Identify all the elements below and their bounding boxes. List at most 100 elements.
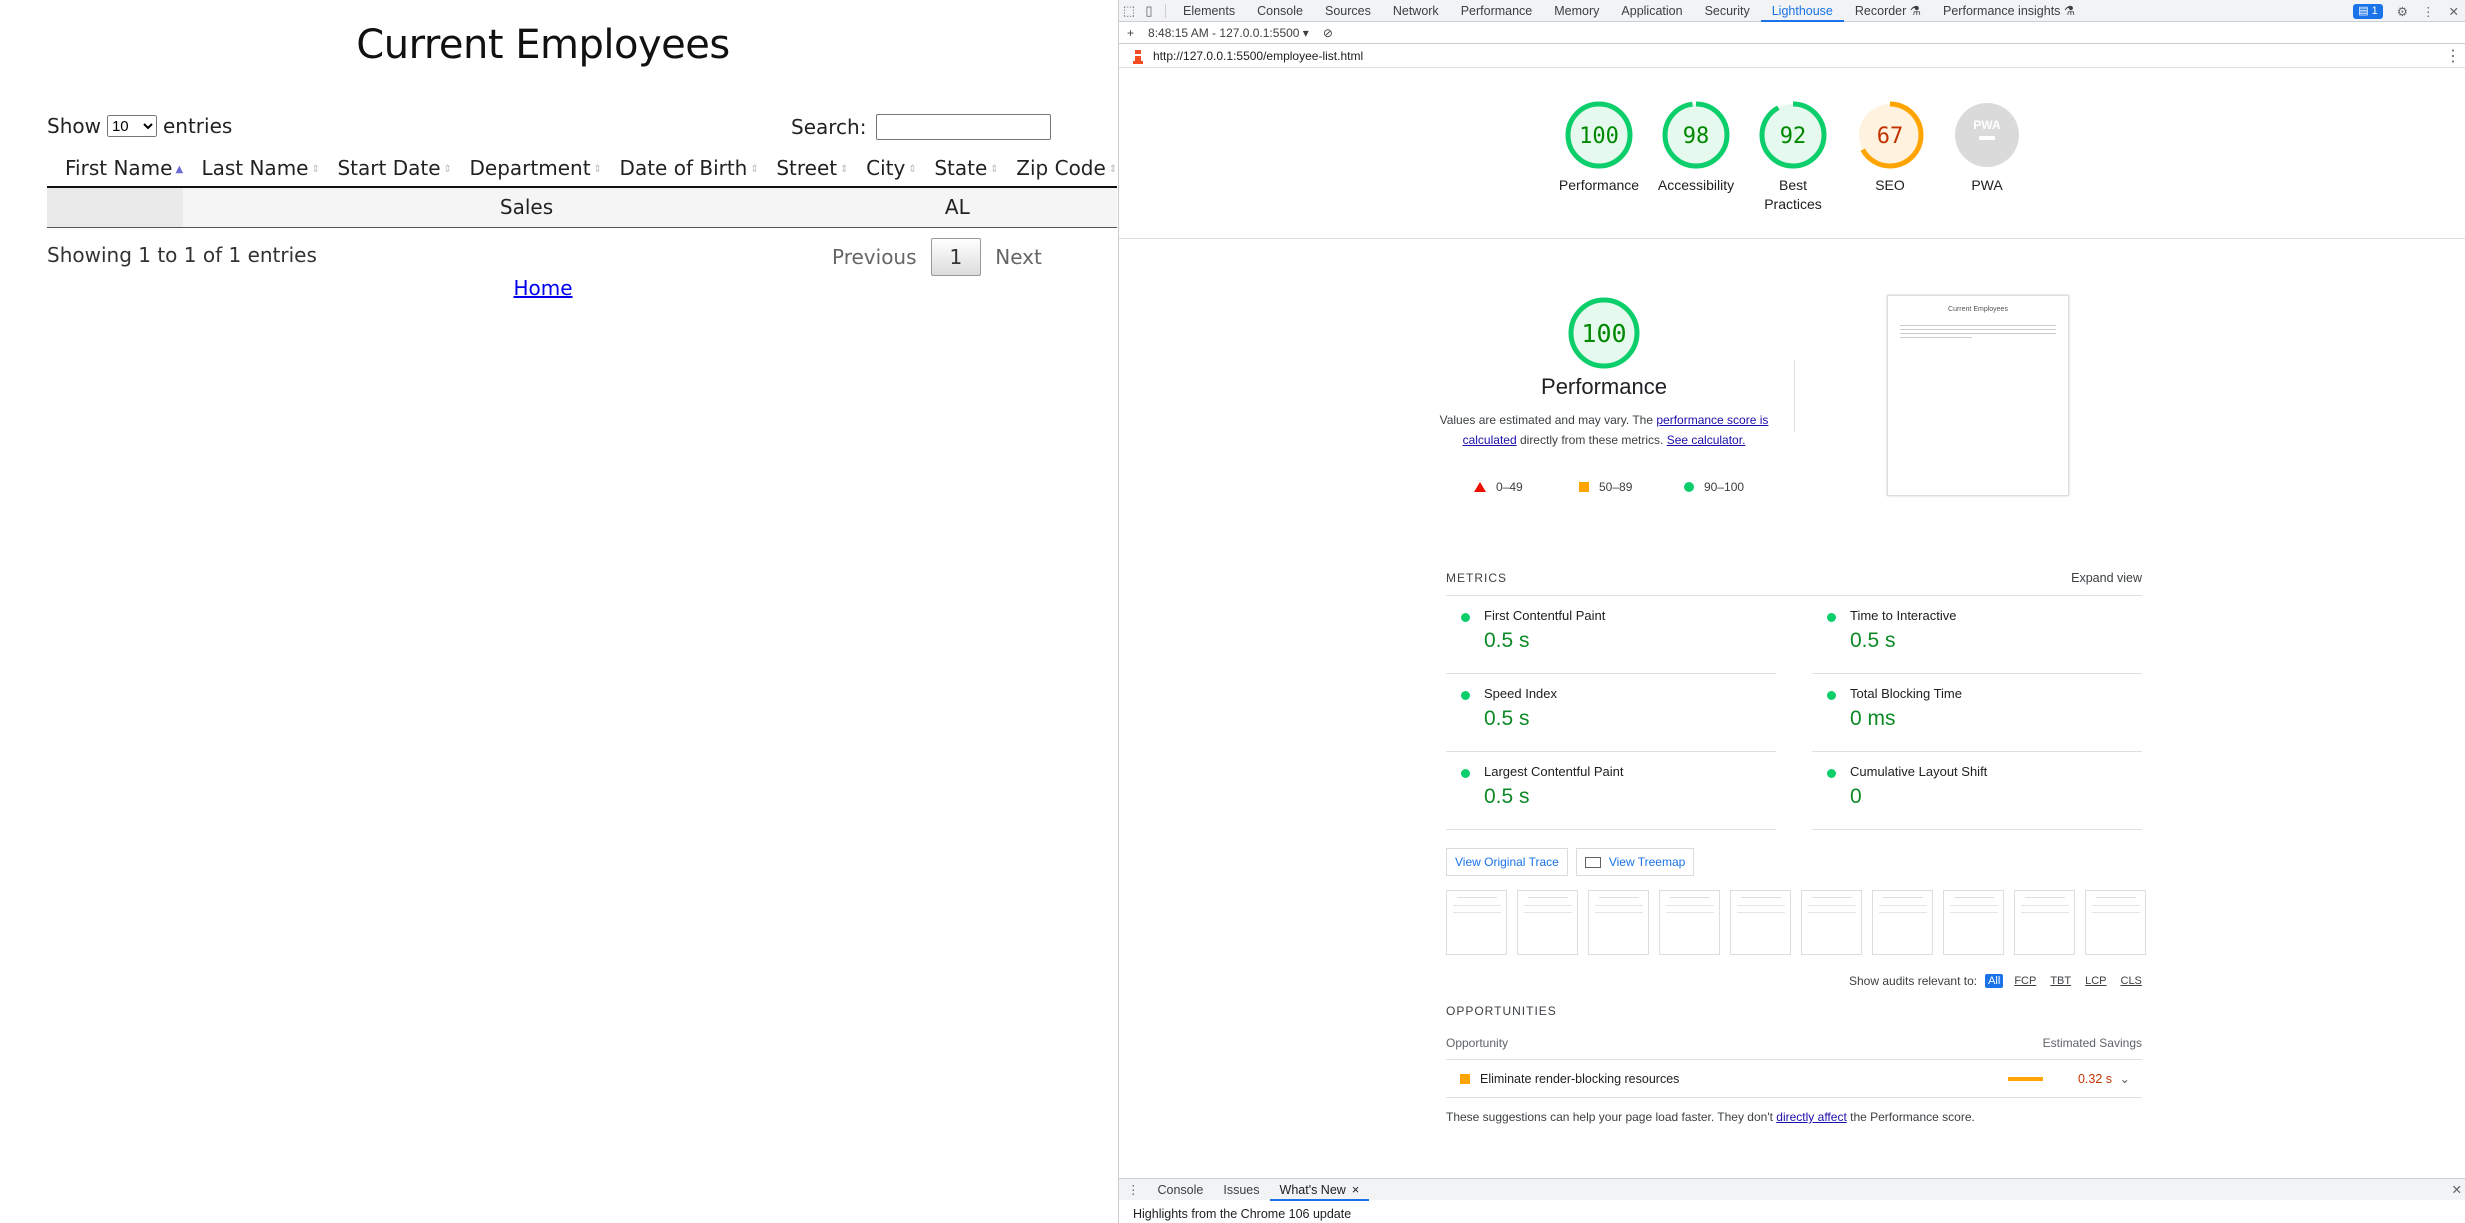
tab-elements[interactable]: Elements (1172, 0, 1246, 22)
settings-gear-icon[interactable]: ⚙ (2397, 4, 2408, 19)
drawer-menu-icon[interactable]: ⋮ (1119, 1182, 1148, 1197)
view-treemap-button[interactable]: View Treemap (1575, 848, 1695, 876)
tab-performance-insights[interactable]: Performance insights ⚗ (1932, 0, 2086, 22)
performance-description: Values are estimated and may vary. The p… (1439, 413, 1769, 447)
average-square-icon (1579, 482, 1589, 492)
gauge-label: Performance (1558, 177, 1640, 193)
gauge-performance[interactable]: 100 Performance (1549, 100, 1649, 195)
col-first-name[interactable]: First Name ▲ (47, 150, 184, 188)
svg-text:98: 98 (1683, 124, 1710, 149)
gauge-accessibility[interactable]: 98 Accessibility (1646, 100, 1746, 195)
gauge-best-practices[interactable]: 92 Best Practices (1743, 100, 1843, 214)
gauge-pwa[interactable]: PWA PWA (1937, 100, 2037, 195)
gauge-seo[interactable]: 67 SEO (1840, 100, 1940, 195)
col-date-of-birth[interactable]: Date of Birth ⇕ (601, 150, 759, 188)
entries-select[interactable]: 10 (106, 115, 157, 137)
score-gauges: 100 Performance 98 Accessibility 92 Best… (1119, 100, 2465, 240)
treemap-icon (1584, 856, 1601, 868)
previous-button[interactable]: Previous (818, 239, 931, 275)
opportunity-title: Eliminate render-blocking resources (1480, 1071, 1680, 1086)
tab-sources[interactable]: Sources (1314, 0, 1382, 22)
filter-cls[interactable]: CLS (2118, 974, 2145, 988)
tab-network[interactable]: Network (1382, 0, 1450, 22)
sort-both-icon: ⇕ (593, 163, 602, 175)
savings-column: Estimated Savings (2042, 1035, 2142, 1050)
opportunity-row[interactable]: Eliminate render-blocking resources 0.32… (1446, 1060, 2142, 1098)
close-devtools-icon[interactable]: ✕ (2449, 4, 2459, 19)
lighthouse-logo-icon (1133, 49, 1143, 64)
tab-memory[interactable]: Memory (1543, 0, 1610, 22)
gauge-label: Best Practices (1764, 177, 1822, 212)
metric-tti: Time to Interactive 0.5 s (1812, 596, 2142, 674)
tab-performance[interactable]: Performance (1450, 0, 1544, 22)
col-zip-code[interactable]: Zip Code ⇕ (998, 150, 1117, 188)
new-report-plus-icon[interactable]: + (1127, 26, 1134, 40)
col-city[interactable]: City ⇕ (848, 150, 917, 188)
directly-affect-link[interactable]: directly affect (1776, 1110, 1846, 1124)
gauge-label: PWA (1971, 177, 2003, 193)
chevron-down-icon[interactable]: ⌄ (2120, 1071, 2130, 1086)
devtools-panel: ⬚ ▯ Elements Console Sources Network Per… (1118, 0, 2465, 1223)
report-menu-icon[interactable]: ⋮ (2445, 46, 2461, 66)
inspect-element-icon[interactable]: ⬚ (1119, 3, 1139, 19)
close-tab-icon[interactable]: × (1352, 1183, 1359, 1197)
metric-cls: Cumulative Layout Shift 0 (1812, 752, 2142, 830)
filmstrip-frame (1517, 890, 1578, 955)
col-department[interactable]: Department ⇕ (451, 150, 602, 188)
drawer-tab-whats-new[interactable]: What's New × (1269, 1179, 1370, 1201)
cell-date-of-birth (601, 187, 759, 228)
average-square-icon (1460, 1073, 1470, 1084)
clear-reports-icon[interactable]: ⊘ (1323, 26, 1333, 40)
score-legend: 0–49 50–89 90–100 (1474, 480, 1789, 494)
view-original-trace-button[interactable]: View Original Trace (1446, 848, 1568, 876)
report-selector[interactable]: 8:48:15 AM - 127.0.0.1:5500 ▾ (1148, 26, 1309, 40)
close-drawer-icon[interactable]: ✕ (2452, 1182, 2462, 1197)
pass-circle-icon (1684, 482, 1694, 492)
col-street[interactable]: Street ⇕ (758, 150, 849, 188)
tab-lighthouse[interactable]: Lighthouse (1760, 0, 1844, 22)
filter-tbt[interactable]: TBT (2047, 974, 2074, 988)
drawer-tab-issues[interactable]: Issues (1213, 1179, 1269, 1201)
device-toolbar-icon[interactable]: ▯ (1139, 3, 1159, 19)
next-button[interactable]: Next (981, 239, 1056, 275)
pass-circle-icon (1827, 691, 1836, 700)
filter-lcp[interactable]: LCP (2082, 974, 2109, 988)
search-label: Search: (791, 115, 867, 139)
drawer-tabbar: ⋮ Console Issues What's New × ✕ (1119, 1178, 2465, 1201)
filter-all[interactable]: All (1985, 974, 2004, 988)
final-screenshot-thumbnail[interactable]: Current Employees (1887, 295, 2069, 496)
tab-recorder[interactable]: Recorder ⚗ (1844, 0, 1932, 22)
col-start-date[interactable]: Start Date ⇕ (319, 150, 452, 188)
page-1-button[interactable]: 1 (930, 238, 982, 276)
sort-both-icon: ⇕ (908, 163, 917, 175)
filter-fcp[interactable]: FCP (2011, 974, 2039, 988)
tab-security[interactable]: Security (1694, 0, 1761, 22)
more-options-icon[interactable]: ⋮ (2422, 4, 2435, 19)
table-info: Showing 1 to 1 of 1 entries (47, 243, 317, 267)
pass-circle-icon (1461, 613, 1470, 622)
performance-summary: 100 Performance Values are estimated and… (1439, 296, 1769, 450)
see-calculator-link[interactable]: See calculator. (1667, 433, 1746, 447)
flask-icon: ⚗ (1909, 3, 1922, 18)
report-url-bar: http://127.0.0.1:5500/employee-list.html… (1119, 44, 2465, 68)
home-link-wrap: Home (0, 276, 1086, 300)
cell-start-date (319, 187, 452, 228)
col-state[interactable]: State ⇕ (916, 150, 999, 188)
thumbnail-line (1900, 325, 2056, 326)
tab-console[interactable]: Console (1246, 0, 1314, 22)
whats-new-content: Highlights from the Chrome 106 update (1133, 1207, 1352, 1221)
expand-view-toggle[interactable]: Expand view (2071, 571, 2142, 585)
cell-first-name (47, 187, 184, 228)
page-title: Current Employees (356, 22, 730, 68)
sort-both-icon: ⇕ (311, 163, 320, 175)
home-link[interactable]: Home (513, 276, 572, 300)
drawer-tab-console[interactable]: Console (1148, 1179, 1214, 1201)
issues-badge[interactable]: ▤ 1 (2353, 3, 2383, 19)
metric-tbt: Total Blocking Time 0 ms (1812, 674, 2142, 752)
col-last-name[interactable]: Last Name ⇕ (183, 150, 320, 188)
tab-application[interactable]: Application (1610, 0, 1693, 22)
filmstrip-frame (1659, 890, 1720, 955)
search-input[interactable] (876, 114, 1052, 140)
cell-street (758, 187, 849, 228)
pass-circle-icon (1461, 691, 1470, 700)
